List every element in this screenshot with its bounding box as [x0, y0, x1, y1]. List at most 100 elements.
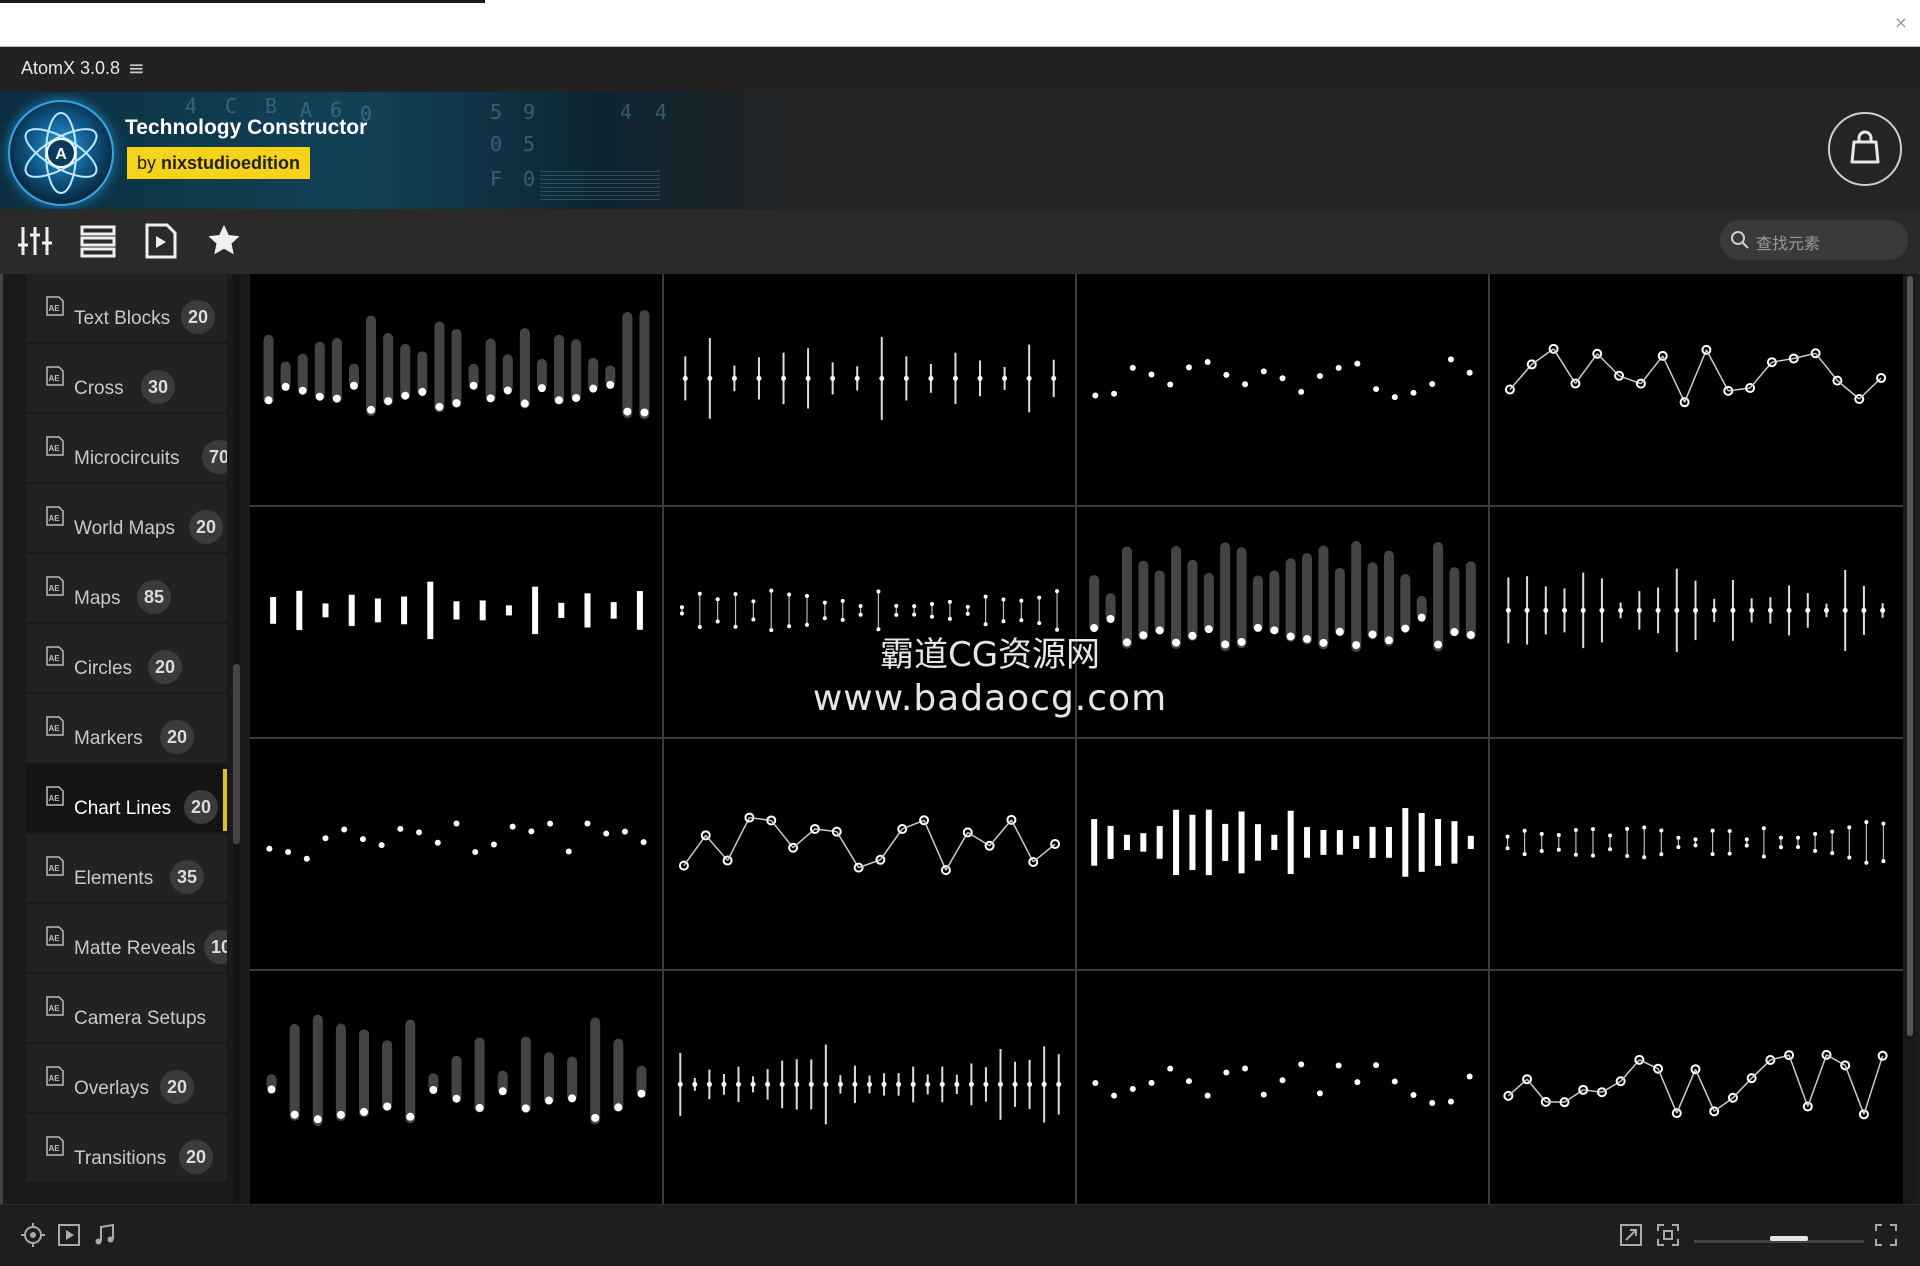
thumb-dot — [698, 592, 702, 596]
sidebar-item[interactable]: AEWorld Maps20 — [27, 484, 227, 553]
list-icon[interactable] — [78, 221, 118, 261]
svg-text:AE: AE — [48, 724, 60, 733]
ae-file-icon: AE — [45, 1136, 65, 1156]
thumb-dot — [1745, 843, 1749, 847]
thumb-dot — [852, 1082, 857, 1087]
banner-art-digit: B — [265, 94, 277, 118]
thumb-bar — [1286, 558, 1296, 641]
zoom-slider-knob[interactable] — [1770, 1236, 1808, 1241]
sidebar-item[interactable]: AECross30 — [27, 344, 227, 413]
sidebar-item[interactable]: AEMarkers20 — [27, 694, 227, 763]
sidebar-item[interactable]: AECircles20 — [27, 624, 227, 693]
fullscreen-icon[interactable] — [1873, 1222, 1899, 1253]
thumb-line — [1685, 350, 1707, 402]
thumb-dot — [1130, 1086, 1136, 1092]
banner-art-digit: 5 — [490, 100, 502, 124]
star-icon[interactable] — [204, 221, 244, 261]
thumb-bar — [1384, 551, 1394, 647]
sidebar-item-label: Elements — [74, 868, 153, 890]
thumb-dot — [416, 829, 422, 835]
sidebar-item[interactable]: AEMicrocircuits70 — [27, 414, 227, 483]
sliders-icon[interactable] — [15, 221, 55, 261]
thumb-dot — [1336, 1063, 1342, 1069]
thumb-bar — [1140, 833, 1146, 851]
sidebar-item[interactable]: AEMaps85 — [27, 554, 227, 623]
thumb-dot — [1796, 836, 1800, 840]
thumb-dot — [678, 1082, 683, 1087]
thumb-line — [1554, 349, 1576, 384]
thumb-dot — [1037, 596, 1041, 600]
grid-scroll-thumb[interactable] — [1907, 276, 1913, 1036]
thumb-dot — [397, 826, 403, 832]
thumb-dot — [453, 399, 461, 407]
hamburger-icon[interactable]: ≡ — [128, 56, 145, 80]
music-note-icon[interactable] — [92, 1222, 118, 1253]
banner-code-texture — [540, 170, 660, 200]
thumb-bar — [366, 316, 376, 416]
thumb-dot — [1205, 1093, 1211, 1099]
thumb-dot — [623, 408, 631, 416]
search-input[interactable]: 查找元素 — [1720, 220, 1908, 260]
thumb-bar — [611, 602, 617, 619]
thumb-dot — [1523, 852, 1527, 856]
fit-icon[interactable] — [1655, 1222, 1681, 1253]
grid-scrollbar[interactable] — [1905, 274, 1915, 1204]
author-badge[interactable]: by nixstudioedition — [127, 147, 310, 179]
sidebar-scroll-thumb[interactable] — [233, 664, 240, 844]
zoom-slider[interactable] — [1694, 1240, 1864, 1243]
sidebar-item[interactable]: AEChart Lines20 — [27, 764, 227, 833]
thumb-dot — [472, 849, 478, 855]
video-icon[interactable] — [141, 221, 181, 261]
svg-text:AE: AE — [48, 654, 60, 663]
sidebar-item-label: Overlays — [74, 1078, 149, 1100]
thumb-dot — [1186, 1078, 1192, 1084]
resize-icon[interactable] — [1618, 1222, 1644, 1253]
thumb-dot — [1656, 608, 1661, 613]
thumb-dot — [683, 376, 688, 381]
thumb-dot — [1864, 861, 1868, 865]
thumb-dot — [855, 376, 860, 381]
thumb-bar — [1368, 562, 1378, 639]
shopping-bag-icon[interactable] — [1828, 112, 1902, 186]
sidebar-item[interactable]: AEElements35 — [27, 834, 227, 903]
thumb-dot — [1557, 833, 1561, 837]
thumb-dot — [940, 1082, 945, 1087]
thumb-bar — [1108, 826, 1114, 859]
thumb-dot — [928, 376, 933, 381]
pack-title: Technology Constructor — [125, 116, 367, 140]
banner-art-digit: 4 — [185, 94, 197, 118]
sidebar-scrollbar[interactable] — [233, 274, 240, 1204]
target-icon[interactable] — [20, 1222, 46, 1253]
sidebar-item[interactable]: AETransitions20 — [27, 1114, 227, 1183]
thumb-bar — [1335, 568, 1345, 636]
thumb-bar — [349, 595, 355, 626]
svg-text:AE: AE — [48, 374, 60, 383]
thumb-bar — [506, 605, 512, 615]
thumb-dot — [805, 594, 809, 598]
thumb-dot — [1847, 825, 1851, 829]
thumb-dot — [680, 612, 684, 616]
thumb-dot — [538, 384, 546, 392]
thumb-dot — [265, 396, 273, 404]
thumb-bar — [1255, 824, 1261, 860]
sidebar-item[interactable]: AEOverlays20 — [27, 1044, 227, 1113]
sidebar-item[interactable]: AEMatte Reveals10 — [27, 904, 227, 973]
thumb-dot — [1608, 834, 1612, 838]
thumb-bar — [323, 603, 329, 617]
thumb-dot — [948, 600, 952, 604]
sidebar-item[interactable]: AEText Blocks20 — [27, 274, 227, 343]
ae-file-icon: AE — [45, 856, 65, 876]
thumb-dot — [894, 604, 898, 608]
thumb-dot — [360, 836, 366, 842]
thumb-dot — [591, 1114, 599, 1122]
thumb-dot — [1540, 832, 1544, 836]
play-box-icon[interactable] — [56, 1222, 82, 1253]
sidebar-item[interactable]: AECamera Setups — [27, 974, 227, 1043]
close-icon[interactable]: × — [1886, 8, 1916, 38]
thumb-dot — [734, 592, 738, 596]
thumb-dot — [545, 1097, 553, 1105]
thumb-bar — [1337, 830, 1343, 855]
thumb-bar — [336, 1023, 346, 1120]
thumb-dot — [1092, 1080, 1098, 1086]
thumb-dot — [953, 376, 958, 381]
